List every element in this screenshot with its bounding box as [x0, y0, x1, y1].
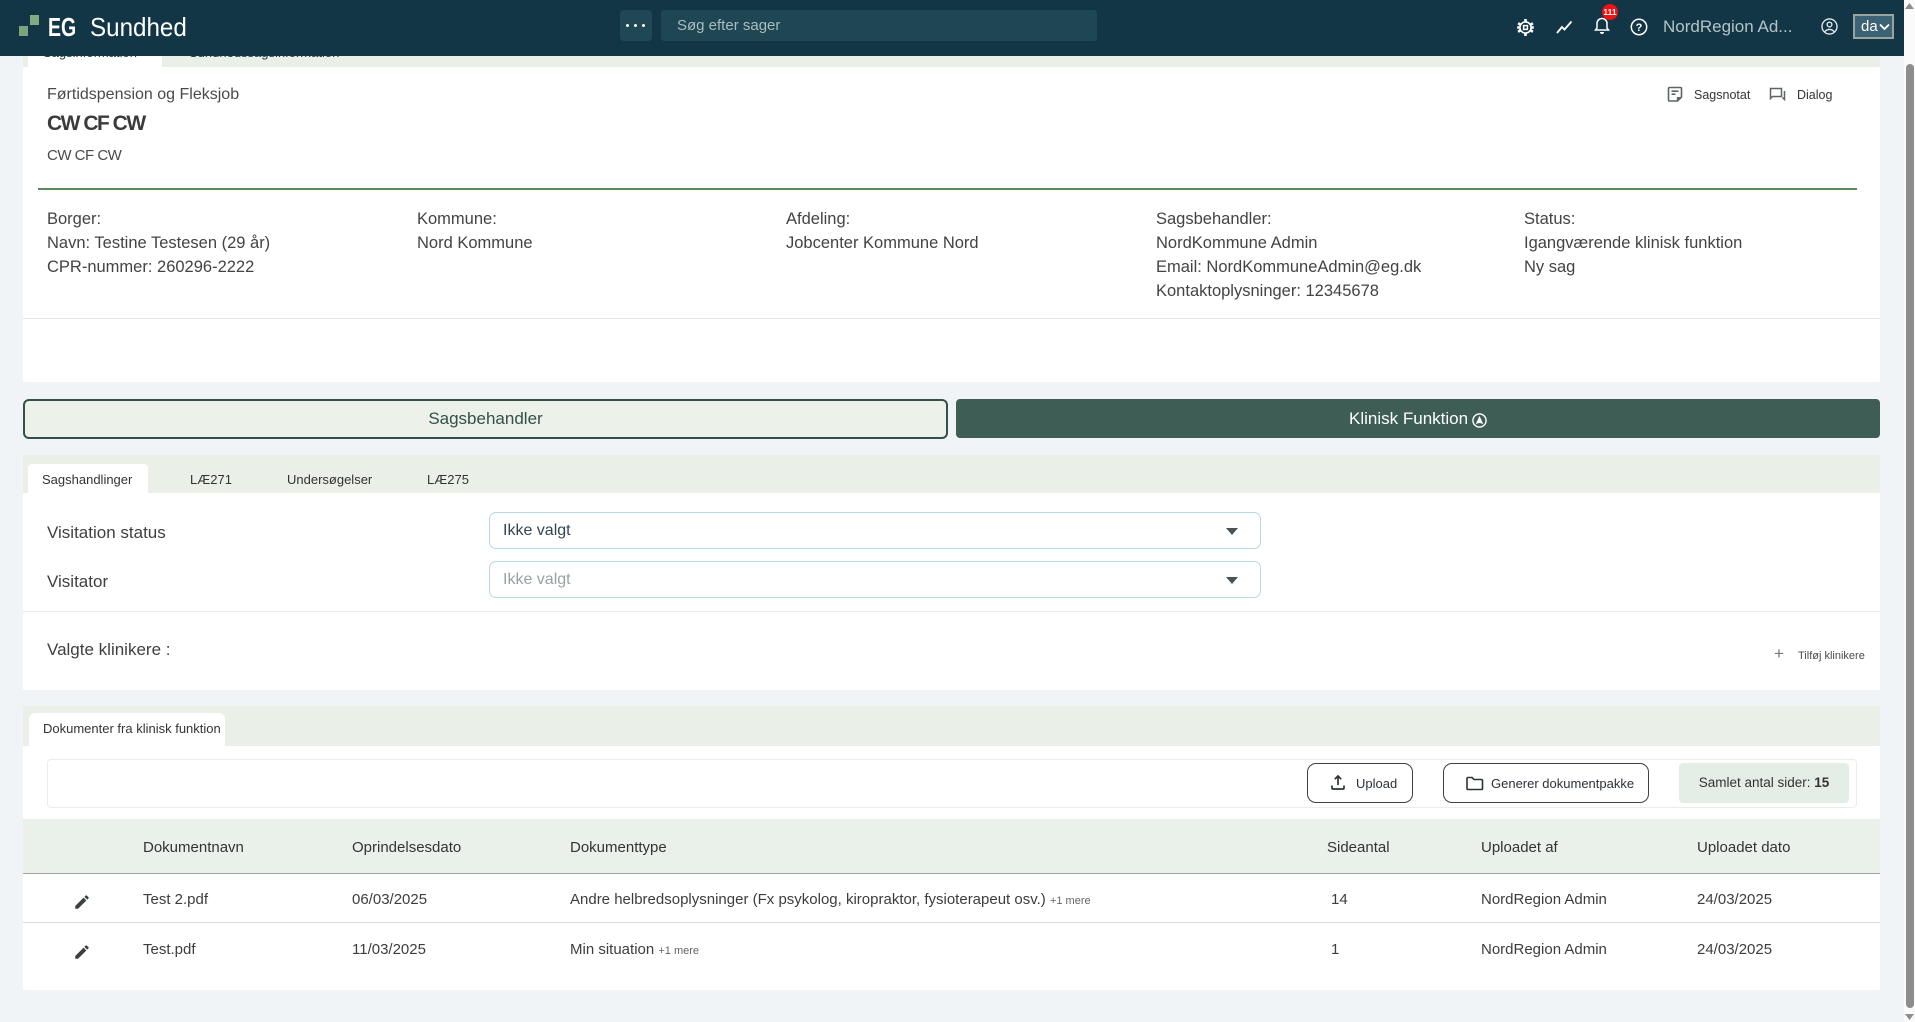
- svg-text:?: ?: [1636, 22, 1643, 34]
